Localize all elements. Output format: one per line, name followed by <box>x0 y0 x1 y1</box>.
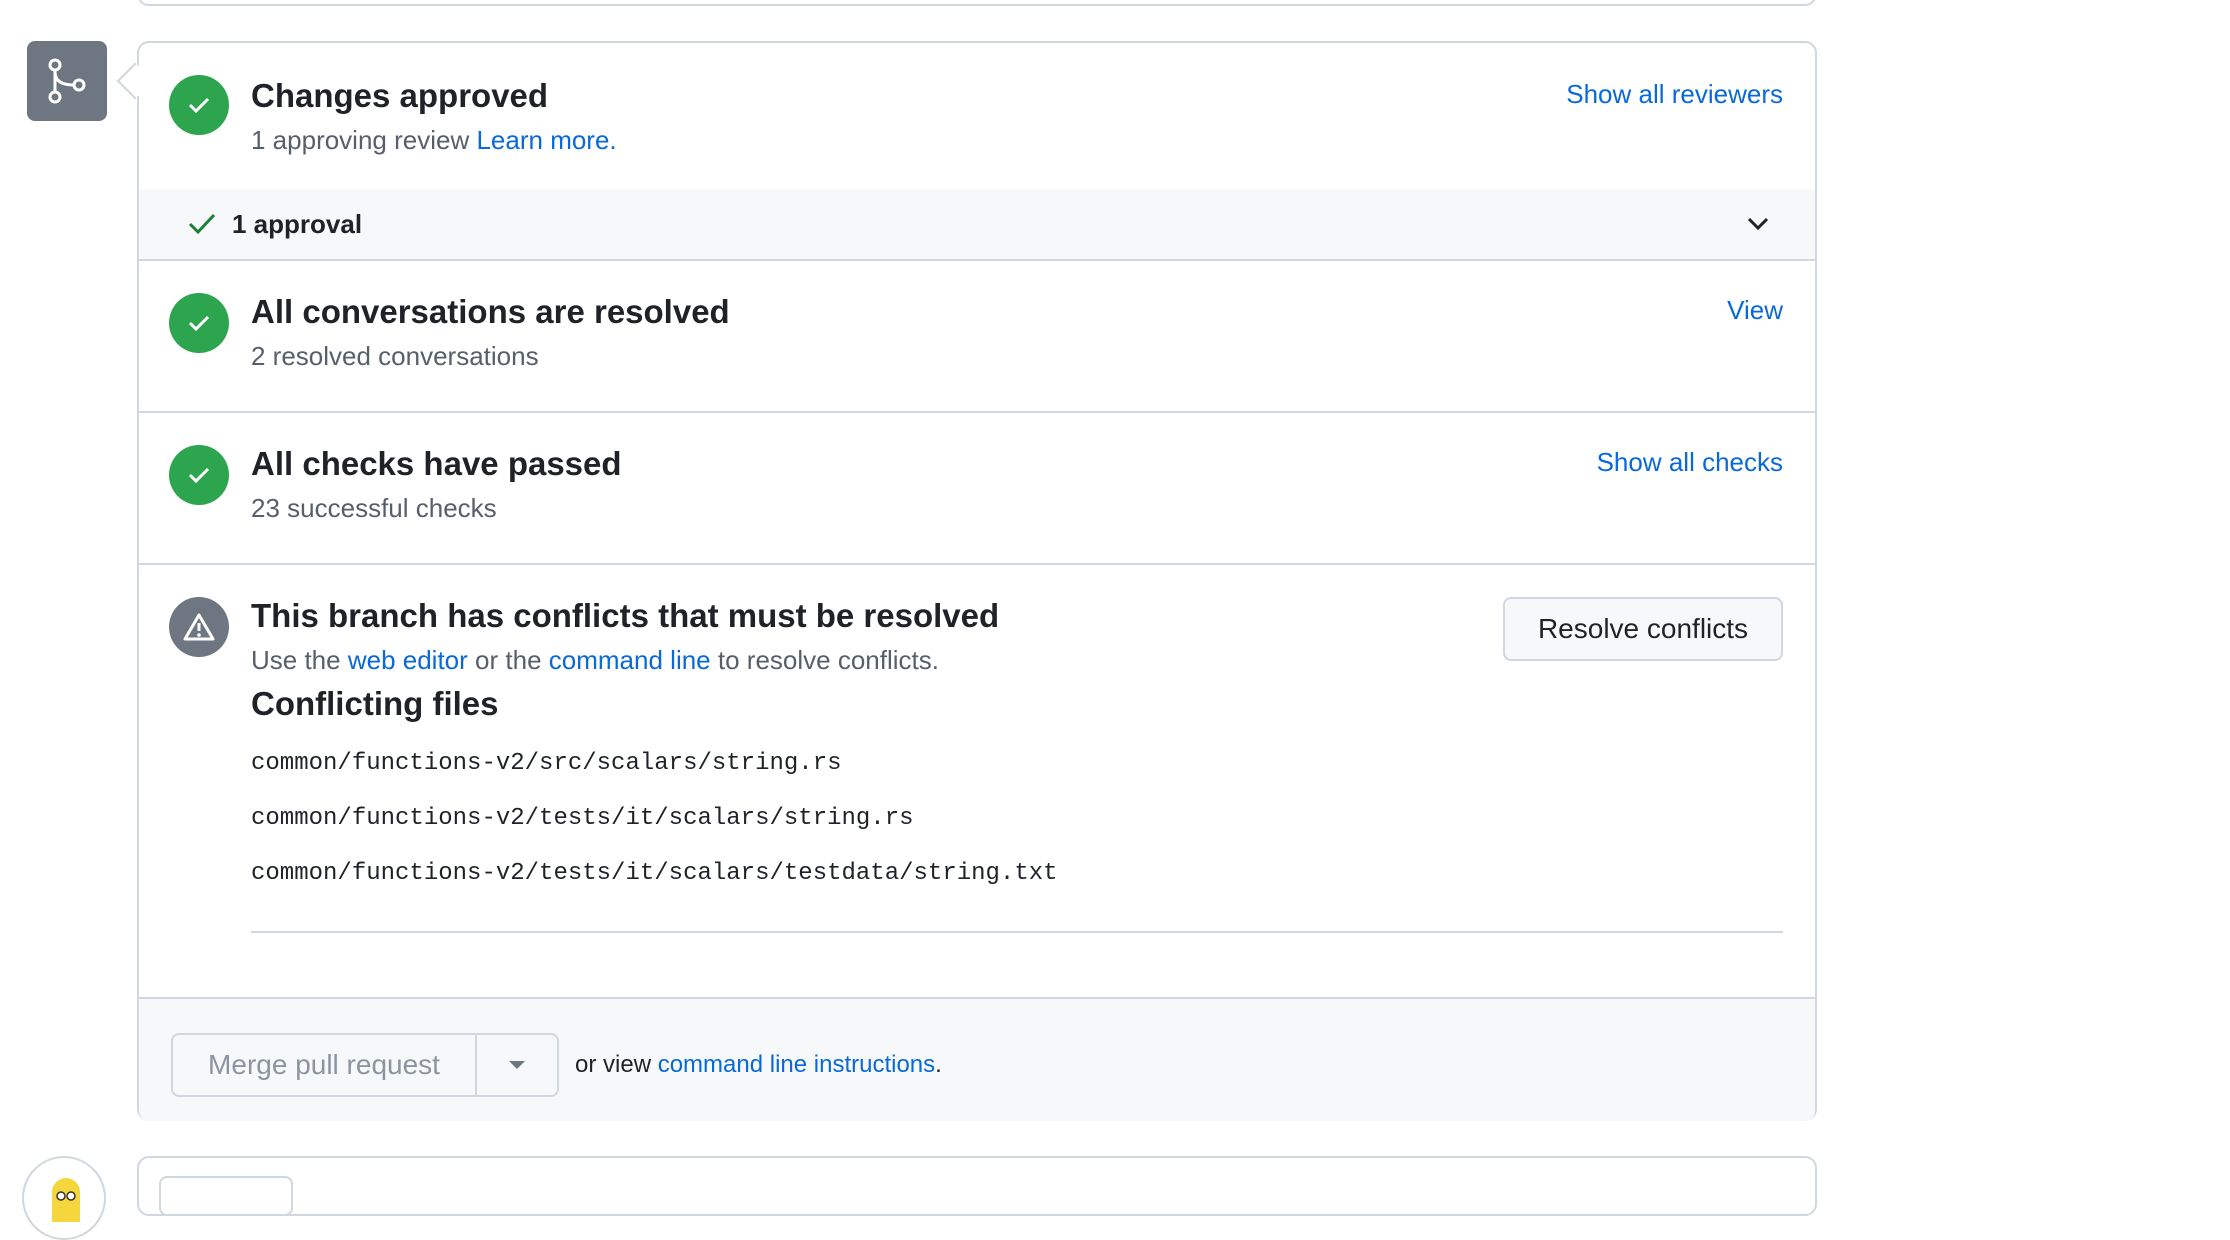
resolve-conflicts-button[interactable]: Resolve conflicts <box>1503 597 1783 661</box>
checks-section: All checks have passed 23 successful che… <box>139 413 1815 565</box>
git-merge-icon <box>48 58 86 104</box>
conflicts-divider <box>251 931 1783 933</box>
approved-count: 1 approving review <box>251 125 470 155</box>
learn-more-link[interactable]: Learn more. <box>476 125 616 155</box>
merge-method-dropdown[interactable] <box>475 1033 559 1097</box>
previous-timeline-box <box>137 0 1817 6</box>
alert-triangle-icon <box>169 597 229 657</box>
web-editor-link[interactable]: web editor <box>348 645 468 675</box>
merge-status-badge <box>27 41 107 121</box>
conflicts-sub-suffix: to resolve conflicts. <box>717 645 939 675</box>
merge-instructions-text: or view command line instructions. <box>575 1051 942 1079</box>
approvals-toggle[interactable]: 1 approval <box>139 189 1815 261</box>
chevron-down-icon[interactable] <box>1745 211 1771 237</box>
command-line-link[interactable]: command line <box>549 645 711 675</box>
check-icon <box>188 213 216 235</box>
conversations-title: All conversations are resolved <box>251 293 730 330</box>
show-all-reviewers-link[interactable]: Show all reviewers <box>1566 79 1783 110</box>
conflicting-file: common/functions-v2/src/scalars/string.r… <box>251 750 842 777</box>
next-timeline-inner <box>159 1176 293 1216</box>
conflicting-file: common/functions-v2/tests/it/scalars/tes… <box>251 860 1058 887</box>
conflicts-sub-prefix: Use the <box>251 645 341 675</box>
approved-subtitle: 1 approving review Learn more. <box>251 125 617 156</box>
conversations-subtitle: 2 resolved conversations <box>251 341 539 371</box>
conflicting-files-heading: Conflicting files <box>251 685 499 722</box>
approved-section: Changes approved 1 approving review Lear… <box>139 43 1815 261</box>
merge-box: Changes approved 1 approving review Lear… <box>137 41 1817 1121</box>
period-text: . <box>935 1051 942 1078</box>
check-circle-icon <box>169 293 229 353</box>
approvals-label: 1 approval <box>232 209 363 239</box>
triangle-down-icon <box>509 1061 525 1069</box>
conflicting-file: common/functions-v2/tests/it/scalars/str… <box>251 805 914 832</box>
conflicts-section: This branch has conflicts that must be r… <box>139 565 1815 999</box>
next-timeline-box <box>137 1156 1817 1216</box>
user-avatar[interactable] <box>22 1156 106 1240</box>
merge-pull-request-button[interactable]: Merge pull request <box>171 1033 475 1097</box>
conversations-section: All conversations are resolved 2 resolve… <box>139 261 1815 413</box>
check-circle-icon <box>169 75 229 135</box>
check-circle-icon <box>169 445 229 505</box>
checks-title: All checks have passed <box>251 445 622 482</box>
command-line-instructions-link[interactable]: command line instructions <box>658 1051 935 1078</box>
conflicts-sub-middle: or the <box>475 645 542 675</box>
checks-subtitle: 23 successful checks <box>251 493 497 523</box>
show-all-checks-link[interactable]: Show all checks <box>1597 447 1783 478</box>
conflicts-title: This branch has conflicts that must be r… <box>251 597 1000 634</box>
or-view-text: or view <box>575 1051 652 1078</box>
approved-title: Changes approved <box>251 77 549 114</box>
conflicts-subtitle: Use the web editor or the command line t… <box>251 645 939 676</box>
merge-action-area: Merge pull request or view command line … <box>139 999 1815 1121</box>
view-conversations-link[interactable]: View <box>1727 295 1783 326</box>
